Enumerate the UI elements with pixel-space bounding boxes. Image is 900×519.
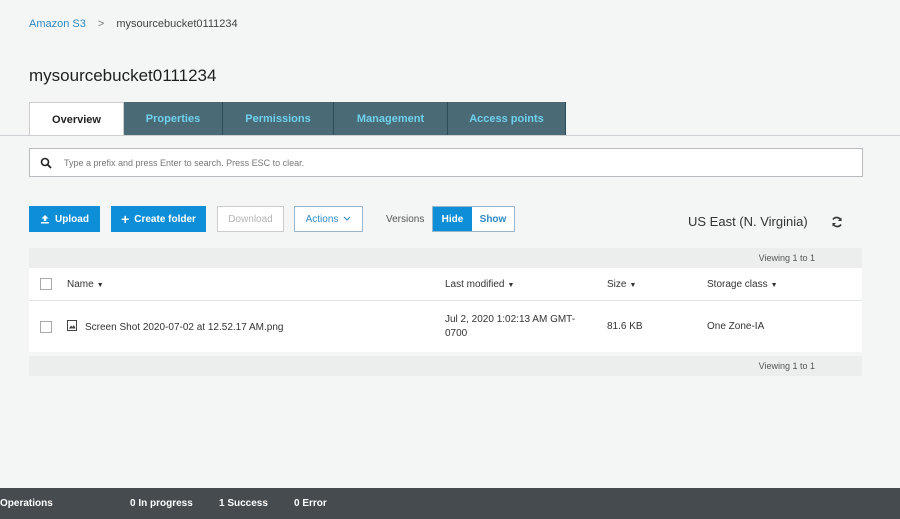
refresh-icon[interactable] xyxy=(830,215,844,229)
breadcrumb: Amazon S3 > mysourcebucket0111234 xyxy=(29,18,238,30)
viewing-count-top: Viewing 1 to 1 xyxy=(29,248,862,268)
create-folder-button[interactable]: + Create folder xyxy=(111,206,206,232)
breadcrumb-separator: > xyxy=(97,18,105,30)
tab-properties[interactable]: Properties xyxy=(124,102,223,135)
image-file-icon xyxy=(67,320,77,331)
breadcrumb-current: mysourcebucket0111234 xyxy=(116,18,238,30)
tab-permissions[interactable]: Permissions xyxy=(223,102,334,135)
caret-down-icon: ▼ xyxy=(507,281,515,289)
versions-toggle: Hide Show xyxy=(432,206,515,232)
tab-bar: Overview Properties Permissions Manageme… xyxy=(29,102,566,136)
file-name[interactable]: Screen Shot 2020-07-02 at 12.52.17 AM.pn… xyxy=(85,322,283,333)
viewing-count-bottom: Viewing 1 to 1 xyxy=(29,356,862,376)
column-header-last-modified[interactable]: Last modified ▼ xyxy=(445,279,514,290)
versions-show-button[interactable]: Show xyxy=(472,207,514,231)
error-count: 0 Error xyxy=(294,498,327,509)
tab-management[interactable]: Management xyxy=(334,102,448,135)
column-storage-class-label: Storage class xyxy=(707,278,768,290)
tab-divider xyxy=(0,135,900,136)
versions-hide-button[interactable]: Hide xyxy=(433,207,472,231)
select-all-checkbox[interactable] xyxy=(40,278,52,290)
actions-label: Actions xyxy=(305,213,339,225)
operations-footer[interactable]: Operations 0 In progress 1 Success 0 Err… xyxy=(0,488,900,519)
create-folder-label: Create folder xyxy=(134,213,196,225)
chevron-down-icon xyxy=(344,216,351,221)
last-modified-line-2: 0700 xyxy=(445,327,468,339)
table-row: Screen Shot 2020-07-02 at 12.52.17 AM.pn… xyxy=(29,301,862,352)
caret-down-icon: ▼ xyxy=(96,281,104,289)
operations-label: Operations xyxy=(0,498,53,509)
in-progress-count: 0 In progress xyxy=(130,498,193,509)
search-box xyxy=(29,148,863,177)
last-modified-line-1: Jul 2, 2020 1:02:13 AM GMT- xyxy=(445,313,576,325)
search-input[interactable] xyxy=(64,157,824,168)
table-header: Name ▼ Last modified ▼ Size ▼ Storage class… xyxy=(29,268,862,301)
storage-class-cell: One Zone-IA xyxy=(707,321,765,332)
column-size-label: Size xyxy=(607,278,627,290)
file-name-cell[interactable]: Screen Shot 2020-07-02 at 12.52.17 AM.pn… xyxy=(67,320,283,333)
download-button[interactable]: Download xyxy=(217,206,284,232)
column-last-modified-label: Last modified xyxy=(445,278,505,290)
size-cell: 81.6 KB xyxy=(607,321,643,332)
caret-down-icon: ▼ xyxy=(770,281,778,289)
upload-label: Upload xyxy=(55,213,89,225)
plus-icon: + xyxy=(121,211,130,227)
objects-table: Viewing 1 to 1 Name ▼ Last modified ▼ Size… xyxy=(29,248,862,352)
versions-label: Versions xyxy=(386,214,425,225)
search-icon xyxy=(40,157,52,169)
actions-dropdown[interactable]: Actions xyxy=(294,206,363,232)
page-title: mysourcebucket0111234 xyxy=(29,66,217,85)
last-modified-cell: Jul 2, 2020 1:02:13 AM GMT- 0700 xyxy=(445,313,575,341)
column-header-size[interactable]: Size ▼ xyxy=(607,279,636,290)
column-header-name[interactable]: Name ▼ xyxy=(67,279,104,290)
region-selector[interactable]: US East (N. Virginia) xyxy=(688,214,808,229)
row-checkbox[interactable] xyxy=(40,320,52,333)
upload-icon xyxy=(41,215,50,224)
upload-button[interactable]: Upload xyxy=(29,206,100,232)
column-name-label: Name xyxy=(67,278,94,290)
tab-overview[interactable]: Overview xyxy=(29,102,124,136)
breadcrumb-amazon-s3-link[interactable]: Amazon S3 xyxy=(29,18,86,30)
column-header-storage-class[interactable]: Storage class ▼ xyxy=(707,279,778,290)
caret-down-icon: ▼ xyxy=(629,281,637,289)
success-count: 1 Success xyxy=(219,498,268,509)
tab-access-points[interactable]: Access points xyxy=(448,102,566,135)
